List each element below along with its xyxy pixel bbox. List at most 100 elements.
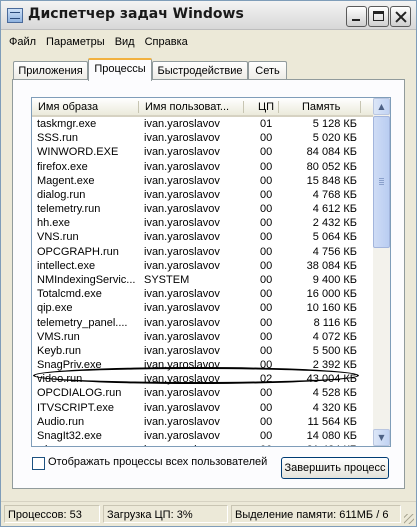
column-separator[interactable]	[243, 101, 244, 113]
process-user: ivan.yaroslavov	[144, 118, 220, 130]
process-name: firefox.exe	[37, 160, 88, 173]
process-name: telemetry_panel....	[37, 316, 128, 329]
process-row[interactable]: telemetry.run ivan.yaroslavov 00 4 612 КБ	[32, 202, 373, 216]
process-row[interactable]: SnagPriv.exe ivan.yaroslavov 00 2 392 КБ	[32, 358, 373, 372]
column-separator[interactable]	[360, 101, 361, 113]
process-list-header: Имя образа Имя пользоват... ЦП Память	[32, 98, 373, 117]
process-cpu: 00	[260, 160, 273, 173]
process-row[interactable]: firefox.exe ivan.yaroslavov 00 80 052 КБ	[32, 160, 373, 174]
show-all-processes-label[interactable]: Отображать процессы всех пользователей	[48, 456, 267, 468]
process-user: ivan.yaroslavov	[144, 429, 220, 442]
process-memory: 4 612 КБ	[312, 203, 357, 216]
process-user: ivan.yaroslavov	[144, 231, 220, 244]
process-row[interactable]: SSS.run ivan.yaroslavov 00 5 020 КБ	[32, 131, 373, 145]
task-manager-window: Диспетчер задач Windows Файл Параметры В…	[0, 0, 417, 527]
process-user: SYSTEM	[144, 273, 190, 286]
resize-grip[interactable]	[404, 514, 414, 524]
process-user: ivan.yaroslavov	[144, 160, 220, 173]
process-row[interactable]: Audio.run ivan.yaroslavov 00 11 564 КБ	[32, 415, 373, 429]
process-row[interactable]: taskmgr.exe ivan.yaroslavov 01 5 128 КБ	[32, 117, 373, 131]
process-row[interactable]: Keyb.run ivan.yaroslavov 00 5 500 КБ	[32, 344, 373, 358]
process-row[interactable]: intellect.exe ivan.yaroslavov 00 38 084 КБ	[32, 259, 373, 273]
process-cpu: 00	[260, 217, 273, 230]
process-row[interactable]: VNS.run ivan.yaroslavov 00 5 064 КБ	[32, 230, 373, 244]
process-user: ivan.yaroslavov	[144, 302, 220, 315]
menu-view[interactable]: Вид	[110, 33, 140, 51]
tab-processes[interactable]: Процессы	[88, 58, 152, 81]
process-name: intellect.exe	[37, 259, 96, 272]
process-row[interactable]: VMS.run ivan.yaroslavov 00 4 072 КБ	[32, 330, 373, 344]
process-memory: 43 004 КБ	[306, 373, 357, 386]
process-row[interactable]: telemetry_panel.... ivan.yaroslavov 00 8 11…	[32, 316, 373, 330]
close-button[interactable]	[390, 6, 411, 27]
end-process-button[interactable]: Завершить процесс	[281, 457, 389, 479]
process-row[interactable]: WINWORD.EXE ivan.yaroslavov 00 84 084 КБ	[32, 145, 373, 159]
process-row[interactable]: Totalcmd.exe ivan.yaroslavov 00 16 000 КБ	[32, 287, 373, 301]
process-row[interactable]: winamp.exeivan.yaroslavov 0021 424 КБ	[32, 443, 373, 446]
process-row[interactable]: OPCDIALOG.run ivan.yaroslavov 00 4 528 КБ	[32, 386, 373, 400]
process-list[interactable]: Имя образа Имя пользоват... ЦП Память ta…	[31, 97, 391, 447]
process-row[interactable]: ITVSCRIPT.exe ivan.yaroslavov 00 4 320 КБ	[32, 401, 373, 415]
process-cpu: 00	[260, 316, 273, 329]
process-name: NMIndexingServic...	[37, 273, 136, 286]
column-user-name[interactable]: Имя пользоват...	[145, 98, 243, 116]
scrollbar-thumb[interactable]	[373, 116, 390, 248]
process-name: WINWORD.EXE	[37, 146, 119, 159]
process-name: qip.exe	[37, 302, 73, 315]
process-cpu: 00	[260, 429, 273, 442]
maximize-button[interactable]	[368, 6, 389, 27]
process-memory: 4 320 КБ	[312, 401, 357, 414]
minimize-button[interactable]	[346, 6, 367, 27]
process-user: ivan.yaroslavov	[144, 443, 244, 446]
process-memory: 16 000 КБ	[306, 288, 357, 301]
process-cpu: 00	[260, 401, 273, 414]
process-name: Audio.run	[37, 415, 85, 428]
process-name: hh.exe	[37, 217, 71, 230]
process-cpu: 00	[260, 146, 273, 159]
process-user: ivan.yaroslavov	[144, 245, 220, 258]
menu-options[interactable]: Параметры	[41, 33, 110, 51]
column-separator[interactable]	[138, 101, 139, 113]
process-row[interactable]: video.run ivan.yaroslavov 02 43 004 КБ	[32, 372, 373, 386]
status-cpu-usage: Загрузка ЦП: 3%	[103, 505, 228, 523]
tab-applications[interactable]: Приложения	[13, 61, 88, 80]
process-row[interactable]: Magent.exe ivan.yaroslavov 00 15 848 КБ	[32, 174, 373, 188]
process-name: winamp.exe	[37, 443, 141, 446]
process-row[interactable]: dialog.run ivan.yaroslavov 00 4 768 КБ	[32, 188, 373, 202]
process-row[interactable]: qip.exe ivan.yaroslavov 00 10 160 КБ	[32, 301, 373, 315]
column-separator[interactable]	[278, 101, 279, 113]
process-user: ivan.yaroslavov	[144, 415, 220, 428]
show-all-processes-checkbox[interactable]	[32, 457, 45, 470]
process-row[interactable]: SnagIt32.exe ivan.yaroslavov 00 14 080 КБ	[32, 429, 373, 443]
menu-help[interactable]: Справка	[140, 33, 193, 51]
process-memory: 9 400 КБ	[312, 273, 357, 286]
process-name: video.run	[37, 373, 83, 386]
process-cpu: 00	[260, 443, 280, 446]
process-memory: 84 084 КБ	[306, 146, 357, 159]
process-name: dialog.run	[37, 188, 86, 201]
process-row[interactable]: hh.exe ivan.yaroslavov 00 2 432 КБ	[32, 216, 373, 230]
process-cpu: 00	[260, 231, 273, 244]
process-name: Keyb.run	[37, 344, 82, 357]
title-bar[interactable]: Диспетчер задач Windows	[1, 1, 416, 30]
process-cpu: 00	[260, 302, 273, 315]
tab-performance[interactable]: Быстродействие	[152, 61, 248, 80]
scroll-down-arrow-icon: ▼	[378, 433, 385, 442]
thumb-grip	[379, 184, 384, 185]
process-list-body: taskmgr.exe ivan.yaroslavov 01 5 128 КБ SSS.…	[32, 117, 373, 446]
process-cpu: 00	[260, 259, 273, 272]
column-image-name[interactable]: Имя образа	[38, 98, 138, 116]
process-row[interactable]: OPCGRAPH.run ivan.yaroslavov 00 4 756 КБ	[32, 245, 373, 259]
menu-file[interactable]: Файл	[1, 33, 41, 51]
process-memory: 4 756 КБ	[312, 245, 357, 258]
scroll-down-button[interactable]: ▼	[373, 429, 390, 446]
process-row[interactable]: NMIndexingServic... SYSTEM 00 9 400 КБ	[32, 273, 373, 287]
process-name: Magent.exe	[37, 174, 95, 187]
tab-network[interactable]: Сеть	[248, 61, 287, 80]
column-memory[interactable]: Память	[302, 98, 362, 116]
vertical-scrollbar[interactable]: ▲ ▼	[373, 98, 390, 446]
scroll-up-button[interactable]: ▲	[373, 98, 390, 115]
column-cpu[interactable]: ЦП	[258, 98, 278, 116]
process-memory: 4 528 КБ	[312, 387, 357, 400]
process-name: ITVSCRIPT.exe	[37, 401, 115, 414]
